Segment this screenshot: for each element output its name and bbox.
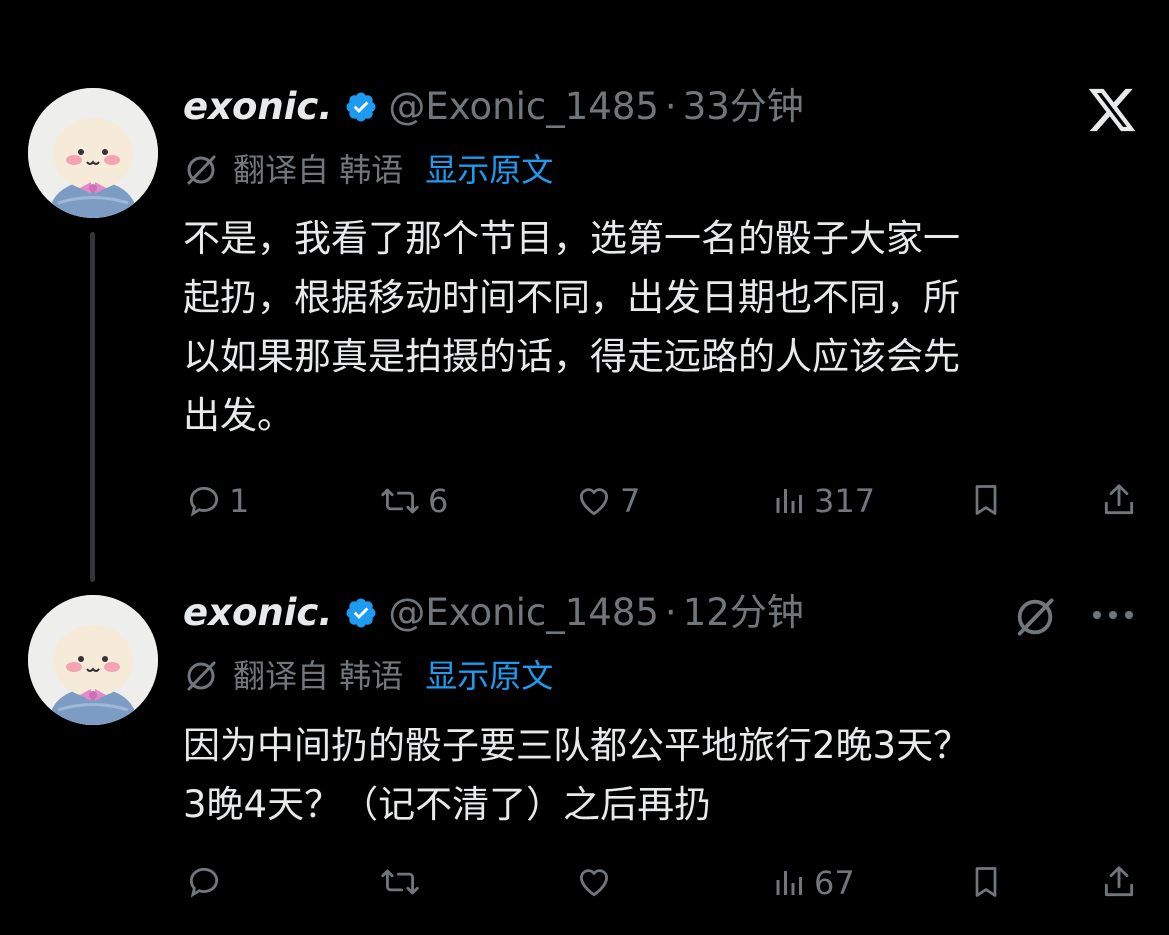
like-button[interactable]: 7 <box>574 481 640 521</box>
x-logo-icon[interactable] <box>1086 84 1138 136</box>
share-icon <box>1100 481 1138 519</box>
translate-icon <box>183 658 219 694</box>
tweet-header: exonic. @Exonic_1485 · 12分钟 <box>183 591 804 635</box>
translation-row: 翻译自 韩语 显示原文 <box>183 150 553 190</box>
timestamp[interactable]: 33分钟 <box>683 85 804 129</box>
share-icon <box>1100 863 1138 901</box>
translate-icon <box>183 152 219 188</box>
reply-icon <box>185 482 223 520</box>
tweet-text: 因为中间扔的骰子要三队都公平地旅行2晚3天？ 3晚4天？（记不清了）之后再扔 <box>183 724 971 826</box>
repost-icon <box>378 482 422 520</box>
views-chart-icon <box>772 482 808 520</box>
bookmark-button[interactable] <box>968 481 1004 519</box>
tweet-header: exonic. @Exonic_1485 · 33分钟 <box>183 85 804 129</box>
bookmark-icon <box>968 481 1004 519</box>
verified-badge-icon <box>344 596 378 630</box>
bookmark-icon <box>968 863 1004 901</box>
like-count: 7 <box>620 482 641 520</box>
share-button[interactable] <box>1100 863 1138 901</box>
timestamp[interactable]: 12分钟 <box>683 591 804 635</box>
translated-from-label: 翻译自 韩语 <box>233 657 404 695</box>
show-original-link[interactable]: 显示原文 <box>425 656 553 696</box>
bookmark-button[interactable] <box>968 863 1004 901</box>
separator-dot: · <box>664 85 677 128</box>
separator-dot: · <box>664 591 677 634</box>
grok-icon[interactable] <box>1012 594 1058 640</box>
author-name[interactable]: exonic. <box>183 591 332 635</box>
views-count: 317 <box>814 482 876 520</box>
views-button[interactable]: 317 <box>772 481 875 521</box>
reply-icon <box>185 863 223 901</box>
tweet-text: 不是，我看了那个节目，选第一名的骰子大家一 起扔，根据移动时间不同，出发日期也不… <box>183 217 960 437</box>
more-options-icon[interactable] <box>1090 608 1136 622</box>
views-chart-icon <box>772 864 808 902</box>
views-button[interactable]: 67 <box>772 863 855 903</box>
verified-badge-icon <box>344 90 378 124</box>
author-handle[interactable]: @Exonic_1485 <box>388 591 659 635</box>
thread-connector-line <box>90 232 95 582</box>
reply-button[interactable] <box>185 863 229 901</box>
repost-button[interactable]: 6 <box>378 481 448 521</box>
show-original-link[interactable]: 显示原文 <box>425 150 553 190</box>
translated-from-label: 翻译自 韩语 <box>233 151 404 189</box>
share-button[interactable] <box>1100 481 1138 519</box>
views-count: 67 <box>814 864 855 902</box>
like-button[interactable] <box>574 863 620 901</box>
author-name[interactable]: exonic. <box>183 85 332 129</box>
heart-icon <box>574 482 614 520</box>
avatar[interactable] <box>28 88 158 218</box>
translation-row: 翻译自 韩语 显示原文 <box>183 656 553 696</box>
repost-button[interactable] <box>378 863 428 901</box>
heart-icon <box>574 863 614 901</box>
repost-icon <box>378 863 422 901</box>
reply-count: 1 <box>229 482 250 520</box>
reply-button[interactable]: 1 <box>185 481 249 521</box>
repost-count: 6 <box>428 482 449 520</box>
author-handle[interactable]: @Exonic_1485 <box>388 85 659 129</box>
avatar[interactable] <box>28 595 158 725</box>
